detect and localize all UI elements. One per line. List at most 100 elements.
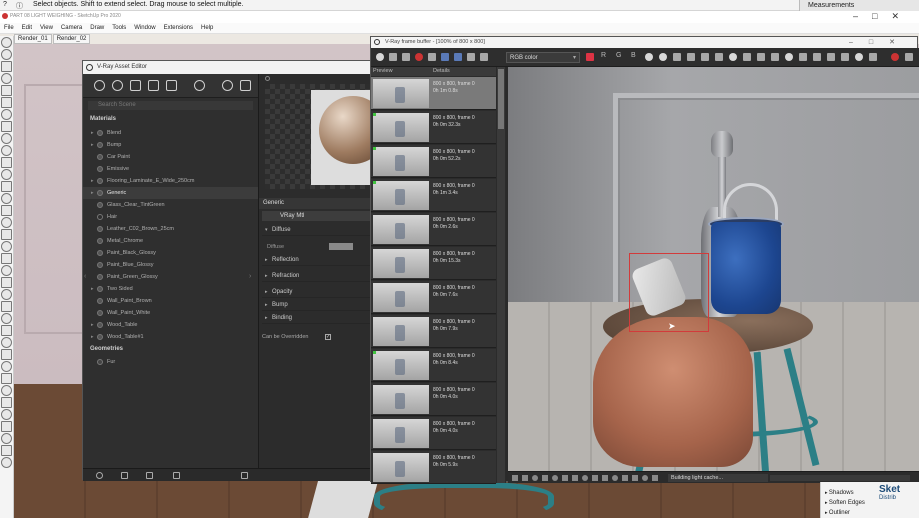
tape-tool-icon[interactable] [1,181,12,192]
geometry-category-icon[interactable] [130,80,141,91]
geometry-item[interactable]: Fur [83,356,258,368]
vfb-window-controls[interactable]: –□✕ [849,37,911,48]
link-icon[interactable] [799,53,807,61]
menu-camera[interactable]: Camera [57,23,86,31]
info-icon[interactable]: ⓘ [16,1,23,11]
rectangle-tool-icon[interactable] [1,97,12,108]
save-icon[interactable] [146,472,153,479]
menu-tools[interactable]: Tools [108,23,130,31]
line-tool-icon[interactable] [1,85,12,96]
corrections-icon[interactable] [771,53,779,61]
history-item[interactable]: 800 x 800, frame 0 0h 0m 15.3s [371,247,496,280]
rotate-tool-icon[interactable] [1,145,12,156]
section-bump[interactable]: Bump [262,299,374,311]
mono-channel-icon[interactable] [659,53,667,61]
status-icon[interactable] [542,475,548,481]
materials-category-icon[interactable] [94,80,105,91]
compare-ab-icon[interactable] [428,53,436,61]
purge-icon[interactable] [241,472,248,479]
green-channel-icon[interactable]: G [616,52,621,59]
material-item[interactable]: Car Paint [83,151,258,163]
lut-icon[interactable] [785,53,793,61]
status-icon[interactable] [652,475,658,481]
history-toggle-icon[interactable] [376,53,384,61]
vray-dome-icon[interactable] [1,361,12,372]
vray-proxy-icon[interactable] [1,373,12,384]
history-item[interactable]: 800 x 800, frame 0 0h 0m 4.0s [371,383,496,416]
menu-file[interactable]: File [0,23,18,31]
tab-render-02[interactable]: Render_02 [52,34,91,44]
material-item[interactable]: ▸ Blend [83,127,258,139]
material-item[interactable]: ▸ Bump [83,139,258,151]
status-icon[interactable] [632,475,638,481]
status-icon[interactable] [532,475,538,481]
status-icon[interactable] [512,475,518,481]
status-icon[interactable] [582,475,588,481]
section-refraction[interactable]: Refraction [262,270,374,282]
vfb-titlebar[interactable]: V-Ray frame buffer - [100% of 800 x 800]… [371,37,917,48]
menu-extensions[interactable]: Extensions [160,23,197,31]
menu-draw[interactable]: Draw [86,23,108,31]
help-icon[interactable]: ? [3,1,7,8]
status-icon[interactable] [562,475,568,481]
color-swatch-icon[interactable] [586,53,594,61]
material-item[interactable]: Emissive [83,163,258,175]
collapse-left-icon[interactable]: ‹ [84,273,86,280]
exposure-icon[interactable] [869,53,877,61]
region-render-icon[interactable] [743,53,751,61]
vray-sphere-icon[interactable] [1,313,12,324]
eraser-tool-icon[interactable] [1,61,12,72]
walk-tool-icon[interactable] [1,241,12,252]
material-item[interactable]: ▸ Two Sided [83,283,258,295]
settings-gear-icon[interactable] [194,80,205,91]
tray-outliner[interactable]: Outliner [825,510,850,516]
circle-tool-icon[interactable] [1,109,12,120]
preview-options-icon[interactable] [265,76,270,81]
material-item[interactable]: Metal_Chrome [83,235,258,247]
section-opacity[interactable]: Opacity [262,286,374,298]
section-tool-icon[interactable] [1,253,12,264]
status-icon[interactable] [612,475,618,481]
follow-mouse-icon[interactable] [729,53,737,61]
history-item[interactable]: 800 x 800, frame 0 0h 0m 52.2s [371,145,496,178]
vray-frame-icon[interactable] [1,421,12,432]
vray-camera-icon[interactable] [1,385,12,396]
delete-icon[interactable] [173,472,180,479]
save-image-icon[interactable] [389,53,397,61]
refresh-icon[interactable] [96,472,103,479]
move-tool-icon[interactable] [1,133,12,144]
history-item[interactable]: 800 x 800, frame 0 0h 1m 0.8s [371,77,496,110]
measurements-box[interactable]: Measurements [799,0,919,11]
history-item[interactable]: 800 x 800, frame 0 0h 0m 7.9s [371,315,496,348]
history-clear-icon[interactable] [480,53,488,61]
history-item[interactable]: 800 x 800, frame 0 0h 0m 7.6s [371,281,496,314]
material-item[interactable]: ▸ Flooring_Laminate_E_Wide_250cm [83,175,258,187]
render-stop-icon[interactable] [891,53,899,61]
vray-plane-icon[interactable] [1,349,12,360]
history-item[interactable]: 800 x 800, frame 0 0h 0m 4.0s [371,417,496,450]
warehouse-tool-icon[interactable] [1,277,12,288]
menu-window[interactable]: Window [130,23,159,31]
menu-edit[interactable]: Edit [18,23,36,31]
tray-soften-edges[interactable]: Soften Edges [825,500,865,506]
status-icon[interactable] [572,475,578,481]
compare-b-icon[interactable] [454,53,462,61]
menu-view[interactable]: View [36,23,57,31]
section-reflection[interactable]: Reflection [262,254,374,266]
offset-tool-icon[interactable] [1,169,12,180]
material-item[interactable]: Glass_Clear_TintGreen [83,199,258,211]
compare-a-icon[interactable] [441,53,449,61]
sandbox-tool-icon[interactable] [1,265,12,276]
history-item[interactable]: 800 x 800, frame 0 0h 1m 3.4s [371,179,496,212]
status-icon[interactable] [522,475,528,481]
vray-cloud-icon[interactable] [1,457,12,468]
history-item[interactable]: 800 x 800, frame 0 0h 0m 8.4s [371,349,496,382]
material-item[interactable]: Paint_Blue_Glossy [83,259,258,271]
material-item[interactable]: Paint_Green_Glossy [83,271,258,283]
diffuse-color-swatch[interactable] [329,243,353,250]
vray-mesh-icon[interactable] [1,325,12,336]
section-diffuse[interactable]: Diffuse [262,224,374,236]
pixel-info-icon[interactable] [813,53,821,61]
material-item[interactable]: Hair [83,211,258,223]
clear-image-icon[interactable] [701,53,709,61]
